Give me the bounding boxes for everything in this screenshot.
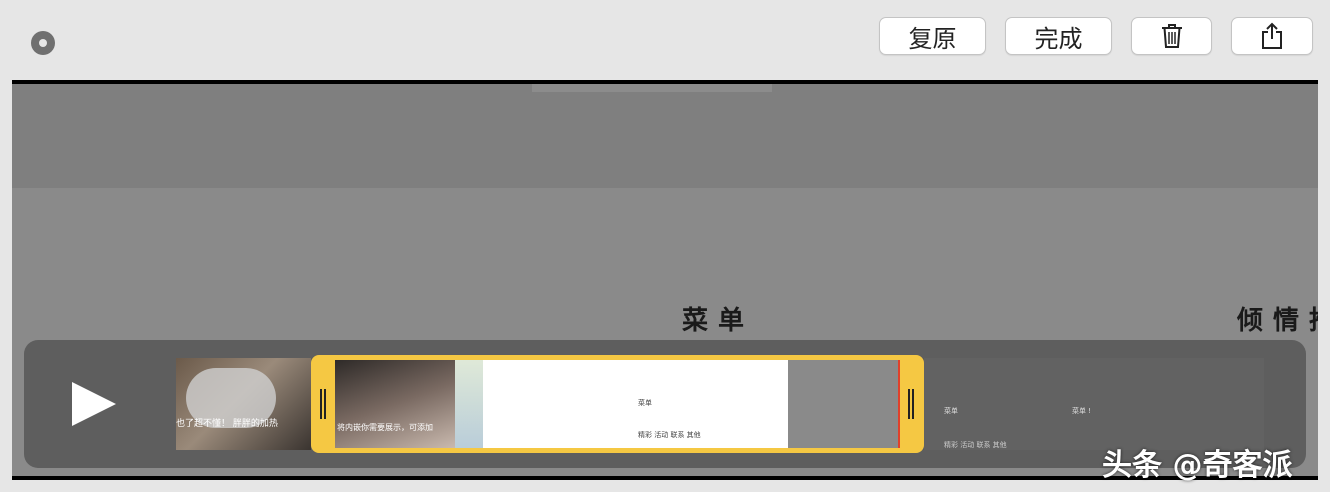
share-icon	[1262, 22, 1282, 49]
trim-right-grip[interactable]	[908, 389, 910, 419]
frame-thumb-4: 菜单 菜单 ! 精彩 活动 联系 其他	[924, 358, 1264, 450]
selected-frame-sidebar	[455, 360, 483, 448]
frame-thumb-4-items: 精彩 活动 联系 其他	[944, 441, 1007, 449]
trash-icon	[1161, 24, 1182, 48]
revert-button[interactable]: 复原	[879, 17, 986, 55]
selected-frame-hands: 将内嵌你需要展示，可添加	[335, 360, 455, 448]
selected-frame-page: 菜单 精彩 活动 联系 其他	[483, 360, 788, 448]
preview-top-bar	[532, 84, 772, 92]
selected-frame-gray	[788, 360, 900, 448]
playhead[interactable]	[898, 360, 900, 448]
frame-thumb-1: 也了超不懂！ 胖胖的加热	[176, 358, 311, 450]
frame-thumb-1-text: 也了超不懂！ 胖胖的加热	[176, 419, 278, 429]
frame-thumb-4-menu-a: 菜单	[944, 407, 958, 415]
toolbar: 复原 完成	[0, 0, 1330, 80]
trim-left-grip-line	[324, 389, 326, 419]
delete-button[interactable]	[1131, 17, 1212, 55]
preview-heading-right: 倾情推	[1237, 306, 1318, 336]
preview-header-band	[12, 84, 1318, 188]
done-button[interactable]: 完成	[1005, 17, 1112, 55]
play-icon[interactable]	[72, 382, 116, 426]
selected-frame-menu-items: 精彩 活动 联系 其他	[638, 431, 701, 439]
selected-frame-text: 将内嵌你需要展示，可添加	[337, 423, 433, 432]
done-button-label: 完成	[1034, 24, 1083, 53]
frame-thumb-4-menu-b: 菜单 !	[1072, 407, 1092, 415]
trim-left-grip[interactable]	[320, 389, 322, 419]
trim-right-grip-line	[912, 389, 914, 419]
trim-selected-frames: 将内嵌你需要展示，可添加 菜单 精彩 活动 联系 其他	[335, 360, 900, 448]
selected-frame-menu-label: 菜单	[638, 399, 652, 407]
record-indicator-icon[interactable]	[31, 31, 55, 55]
share-button[interactable]	[1231, 17, 1313, 55]
preview-heading-menu: 菜单	[682, 306, 755, 336]
watermark: 头条 @奇客派	[1102, 448, 1293, 483]
revert-button-label: 复原	[908, 24, 957, 53]
trim-selection-handle[interactable]: 将内嵌你需要展示，可添加 菜单 精彩 活动 联系 其他	[311, 355, 924, 453]
